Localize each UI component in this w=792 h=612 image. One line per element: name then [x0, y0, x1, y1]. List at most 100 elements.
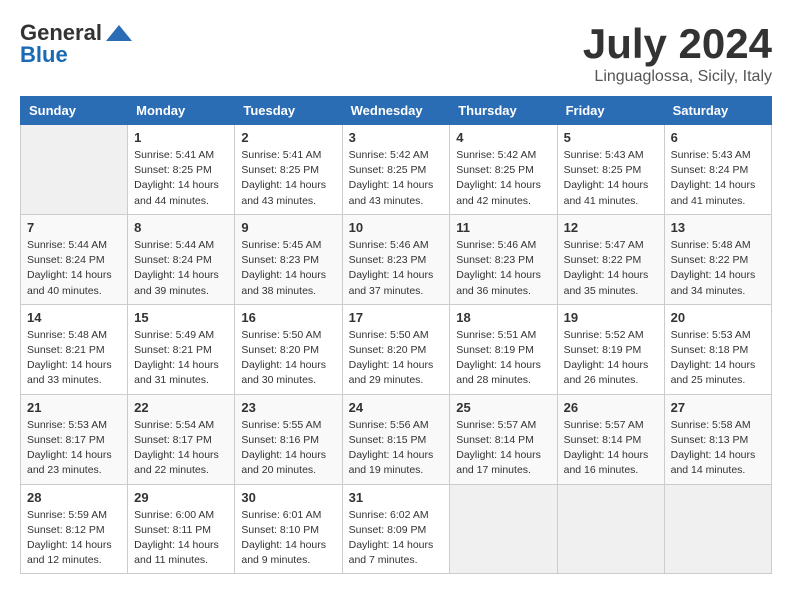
title-section: July 2024 Linguaglossa, Sicily, Italy — [583, 20, 772, 86]
day-info: Sunrise: 5:53 AMSunset: 8:17 PMDaylight:… — [27, 418, 121, 479]
day-info: Sunrise: 5:53 AMSunset: 8:18 PMDaylight:… — [671, 328, 765, 389]
day-number: 11 — [456, 220, 550, 235]
day-info: Sunrise: 5:46 AMSunset: 8:23 PMDaylight:… — [349, 238, 444, 299]
day-info: Sunrise: 5:42 AMSunset: 8:25 PMDaylight:… — [349, 148, 444, 209]
calendar-cell: 25Sunrise: 5:57 AMSunset: 8:14 PMDayligh… — [450, 394, 557, 484]
day-info: Sunrise: 6:00 AMSunset: 8:11 PMDaylight:… — [134, 508, 228, 569]
day-header-friday: Friday — [557, 97, 664, 125]
calendar-cell: 21 Sunrise: 5:53 AMSunset: 8:17 PMDayligh… — [21, 394, 128, 484]
day-info: Sunrise: 5:44 AMSunset: 8:24 PMDaylight:… — [27, 238, 121, 299]
day-number: 31 — [349, 490, 444, 505]
day-info: Sunrise: 5:58 AMSunset: 8:13 PMDaylight:… — [671, 418, 765, 479]
day-number: 26 — [564, 400, 658, 415]
calendar-cell: 31 Sunrise: 6:02 AMSunset: 8:09 PMDayligh… — [342, 484, 450, 574]
calendar-cell: 16 Sunrise: 5:50 AMSunset: 8:20 PMDayligh… — [235, 304, 342, 394]
calendar-cell: 28 Sunrise: 5:59 AMSunset: 8:12 PMDayligh… — [21, 484, 128, 574]
day-number: 20 — [671, 310, 765, 325]
calendar-cell — [557, 484, 664, 574]
day-number: 28 — [27, 490, 121, 505]
day-number: 10 — [349, 220, 444, 235]
calendar-cell: 10 Sunrise: 5:46 AMSunset: 8:23 PMDayligh… — [342, 214, 450, 304]
calendar-cell: 23 Sunrise: 5:55 AMSunset: 8:16 PMDayligh… — [235, 394, 342, 484]
day-info: Sunrise: 5:48 AMSunset: 8:22 PMDaylight:… — [671, 238, 765, 299]
day-number: 6 — [671, 130, 765, 145]
day-number: 16 — [241, 310, 335, 325]
calendar-cell: 5Sunrise: 5:43 AMSunset: 8:25 PMDaylight… — [557, 125, 664, 215]
week-row-5: 28 Sunrise: 5:59 AMSunset: 8:12 PMDayligh… — [21, 484, 772, 574]
logo-blue: Blue — [20, 42, 68, 68]
day-info: Sunrise: 5:43 AMSunset: 8:24 PMDaylight:… — [671, 148, 765, 209]
calendar-cell: 22 Sunrise: 5:54 AMSunset: 8:17 PMDayligh… — [128, 394, 235, 484]
calendar-cell: 11 Sunrise: 5:46 AMSunset: 8:23 PMDayligh… — [450, 214, 557, 304]
day-header-wednesday: Wednesday — [342, 97, 450, 125]
day-number: 24 — [349, 400, 444, 415]
day-info: Sunrise: 5:50 AMSunset: 8:20 PMDaylight:… — [349, 328, 444, 389]
calendar-cell: 7 Sunrise: 5:44 AMSunset: 8:24 PMDaylight… — [21, 214, 128, 304]
calendar-cell: 6 Sunrise: 5:43 AMSunset: 8:24 PMDaylight… — [664, 125, 771, 215]
day-info: Sunrise: 5:49 AMSunset: 8:21 PMDaylight:… — [134, 328, 228, 389]
day-number: 29 — [134, 490, 228, 505]
calendar-cell — [664, 484, 771, 574]
calendar-cell — [21, 125, 128, 215]
logo: General Blue — [20, 20, 136, 68]
day-number: 30 — [241, 490, 335, 505]
day-number: 4 — [456, 130, 550, 145]
calendar-cell: 2 Sunrise: 5:41 AMSunset: 8:25 PMDaylight… — [235, 125, 342, 215]
day-info: Sunrise: 5:44 AMSunset: 8:24 PMDaylight:… — [134, 238, 228, 299]
location: Linguaglossa, Sicily, Italy — [583, 68, 772, 86]
day-info: Sunrise: 5:50 AMSunset: 8:20 PMDaylight:… — [241, 328, 335, 389]
week-row-1: 1Sunrise: 5:41 AMSunset: 8:25 PMDaylight… — [21, 125, 772, 215]
day-number: 8 — [134, 220, 228, 235]
page-header: General Blue July 2024 Linguaglossa, Sic… — [20, 20, 772, 86]
week-row-3: 14Sunrise: 5:48 AMSunset: 8:21 PMDayligh… — [21, 304, 772, 394]
day-info: Sunrise: 5:56 AMSunset: 8:15 PMDaylight:… — [349, 418, 444, 479]
week-row-4: 21 Sunrise: 5:53 AMSunset: 8:17 PMDayligh… — [21, 394, 772, 484]
week-row-2: 7 Sunrise: 5:44 AMSunset: 8:24 PMDaylight… — [21, 214, 772, 304]
day-number: 2 — [241, 130, 335, 145]
day-info: Sunrise: 6:01 AMSunset: 8:10 PMDaylight:… — [241, 508, 335, 569]
calendar-cell: 18Sunrise: 5:51 AMSunset: 8:19 PMDayligh… — [450, 304, 557, 394]
calendar-header-row: SundayMondayTuesdayWednesdayThursdayFrid… — [21, 97, 772, 125]
day-info: Sunrise: 5:48 AMSunset: 8:21 PMDaylight:… — [27, 328, 121, 389]
logo-icon — [104, 23, 134, 43]
calendar-cell: 3 Sunrise: 5:42 AMSunset: 8:25 PMDaylight… — [342, 125, 450, 215]
calendar-cell: 19 Sunrise: 5:52 AMSunset: 8:19 PMDayligh… — [557, 304, 664, 394]
day-header-sunday: Sunday — [21, 97, 128, 125]
day-number: 15 — [134, 310, 228, 325]
day-info: Sunrise: 5:41 AMSunset: 8:25 PMDaylight:… — [134, 148, 228, 209]
calendar-cell: 20 Sunrise: 5:53 AMSunset: 8:18 PMDayligh… — [664, 304, 771, 394]
day-number: 9 — [241, 220, 335, 235]
day-number: 12 — [564, 220, 658, 235]
calendar-cell: 12 Sunrise: 5:47 AMSunset: 8:22 PMDayligh… — [557, 214, 664, 304]
day-info: Sunrise: 5:59 AMSunset: 8:12 PMDaylight:… — [27, 508, 121, 569]
calendar-cell: 4 Sunrise: 5:42 AMSunset: 8:25 PMDaylight… — [450, 125, 557, 215]
day-number: 3 — [349, 130, 444, 145]
day-header-monday: Monday — [128, 97, 235, 125]
calendar-cell: 9 Sunrise: 5:45 AMSunset: 8:23 PMDaylight… — [235, 214, 342, 304]
calendar-cell: 15 Sunrise: 5:49 AMSunset: 8:21 PMDayligh… — [128, 304, 235, 394]
day-number: 19 — [564, 310, 658, 325]
calendar-cell: 8 Sunrise: 5:44 AMSunset: 8:24 PMDaylight… — [128, 214, 235, 304]
day-number: 7 — [27, 220, 121, 235]
month-title: July 2024 — [583, 20, 772, 68]
day-number: 23 — [241, 400, 335, 415]
day-info: Sunrise: 5:46 AMSunset: 8:23 PMDaylight:… — [456, 238, 550, 299]
day-info: Sunrise: 5:55 AMSunset: 8:16 PMDaylight:… — [241, 418, 335, 479]
day-header-saturday: Saturday — [664, 97, 771, 125]
calendar-cell: 1Sunrise: 5:41 AMSunset: 8:25 PMDaylight… — [128, 125, 235, 215]
day-header-tuesday: Tuesday — [235, 97, 342, 125]
calendar-cell: 27Sunrise: 5:58 AMSunset: 8:13 PMDayligh… — [664, 394, 771, 484]
calendar: SundayMondayTuesdayWednesdayThursdayFrid… — [20, 96, 772, 574]
day-info: Sunrise: 5:42 AMSunset: 8:25 PMDaylight:… — [456, 148, 550, 209]
day-number: 22 — [134, 400, 228, 415]
day-number: 21 — [27, 400, 121, 415]
day-info: Sunrise: 6:02 AMSunset: 8:09 PMDaylight:… — [349, 508, 444, 569]
day-info: Sunrise: 5:45 AMSunset: 8:23 PMDaylight:… — [241, 238, 335, 299]
day-number: 5 — [564, 130, 658, 145]
day-info: Sunrise: 5:52 AMSunset: 8:19 PMDaylight:… — [564, 328, 658, 389]
day-info: Sunrise: 5:41 AMSunset: 8:25 PMDaylight:… — [241, 148, 335, 209]
day-number: 17 — [349, 310, 444, 325]
day-number: 13 — [671, 220, 765, 235]
day-info: Sunrise: 5:54 AMSunset: 8:17 PMDaylight:… — [134, 418, 228, 479]
day-info: Sunrise: 5:47 AMSunset: 8:22 PMDaylight:… — [564, 238, 658, 299]
